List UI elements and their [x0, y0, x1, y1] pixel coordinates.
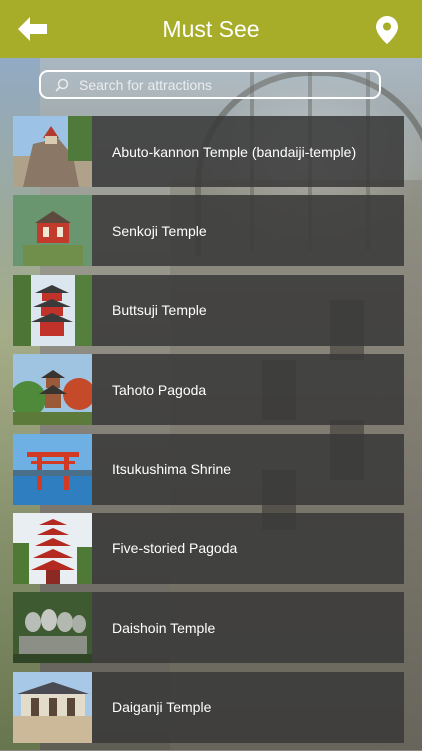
- stone-statues-photo: [13, 592, 92, 664]
- list-item[interactable]: Abuto-kannon Temple (bandaiji-temple): [13, 116, 404, 187]
- temple-courtyard-photo: [13, 671, 92, 743]
- list-item-label-area: Daishoin Temple: [92, 592, 404, 664]
- arrow-left-icon: [18, 17, 47, 41]
- torii-gate-photo: [13, 433, 92, 505]
- red-temple-photo: [13, 195, 92, 267]
- back-button[interactable]: [18, 16, 48, 42]
- attraction-name: Itsukushima Shrine: [112, 461, 232, 478]
- search-icon: [55, 78, 69, 92]
- list-item[interactable]: Senkoji Temple: [13, 195, 404, 267]
- pagoda-garden-photo: [13, 354, 92, 426]
- list-item[interactable]: Itsukushima Shrine: [13, 433, 404, 505]
- rock-temple-photo: [13, 116, 92, 187]
- attraction-name: Tahoto Pagoda: [112, 381, 207, 398]
- list-item[interactable]: Buttsuji Temple: [13, 274, 404, 346]
- list-item-label-area: Daiganji Temple: [92, 671, 404, 743]
- attraction-name: Buttsuji Temple: [112, 302, 207, 319]
- attractions-list: Abuto-kannon Temple (bandaiji-temple) Se…: [13, 116, 404, 751]
- list-item[interactable]: Daishoin Temple: [13, 592, 404, 664]
- five-storied-pagoda-photo: [13, 512, 92, 584]
- attraction-name: Abuto-kannon Temple (bandaiji-temple): [112, 143, 357, 160]
- attraction-name: Senkoji Temple: [112, 222, 207, 239]
- list-item[interactable]: Tahoto Pagoda: [13, 354, 404, 426]
- search-input[interactable]: [77, 75, 379, 94]
- search-bar[interactable]: [39, 70, 381, 99]
- attraction-name: Five-storied Pagoda: [112, 540, 238, 557]
- list-item-label-area: Abuto-kannon Temple (bandaiji-temple): [92, 116, 404, 187]
- list-item-label-area: Senkoji Temple: [92, 195, 404, 267]
- red-pagoda-photo: [13, 274, 92, 346]
- list-item-label-area: Tahoto Pagoda: [92, 354, 404, 426]
- attraction-name: Daishoin Temple: [112, 619, 216, 636]
- list-item-label-area: Buttsuji Temple: [92, 274, 404, 346]
- list-item[interactable]: Five-storied Pagoda: [13, 512, 404, 584]
- app-header: Must See: [0, 0, 422, 58]
- list-item-label-area: Itsukushima Shrine: [92, 433, 404, 505]
- attraction-name: Daiganji Temple: [112, 699, 212, 716]
- map-pin-icon: [376, 16, 398, 44]
- list-item[interactable]: Daiganji Temple: [13, 671, 404, 743]
- location-button[interactable]: [376, 16, 398, 44]
- page-title: Must See: [162, 15, 260, 42]
- list-item-label-area: Five-storied Pagoda: [92, 512, 404, 584]
